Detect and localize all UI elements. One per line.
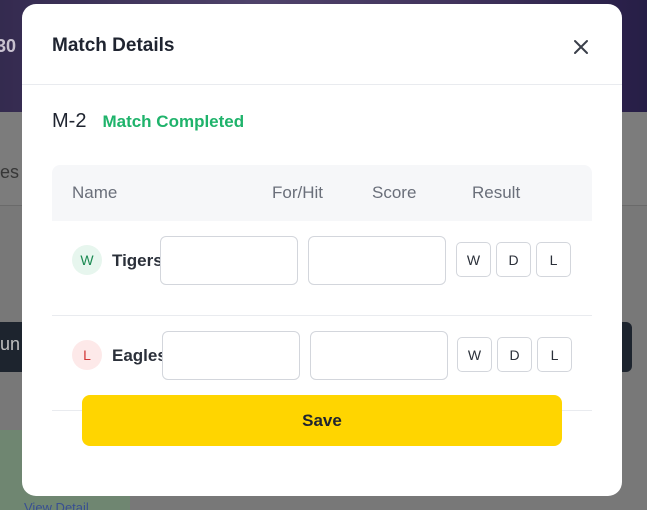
result-loss-button[interactable]: L bbox=[536, 242, 571, 277]
modal-title: Match Details bbox=[52, 35, 175, 56]
column-for-hit: For/Hit bbox=[272, 183, 323, 202]
result-win-button[interactable]: W bbox=[456, 242, 491, 277]
match-summary: M-2 Match Completed bbox=[52, 110, 244, 133]
loss-badge: L bbox=[72, 340, 102, 370]
match-status: Match Completed bbox=[102, 112, 245, 131]
result-win-button[interactable]: W bbox=[457, 337, 492, 372]
score-input[interactable] bbox=[308, 236, 446, 285]
team-name: Tigers bbox=[112, 251, 163, 270]
table-header: Name For/Hit Score Result bbox=[52, 165, 592, 221]
save-button[interactable]: Save bbox=[82, 395, 562, 446]
win-badge: W bbox=[72, 245, 102, 275]
result-draw-button[interactable]: D bbox=[497, 337, 532, 372]
score-input[interactable] bbox=[310, 331, 448, 380]
column-result: Result bbox=[472, 183, 521, 202]
modal-header: Match Details bbox=[22, 4, 622, 85]
column-score: Score bbox=[372, 183, 417, 202]
result-loss-button[interactable]: L bbox=[537, 337, 572, 372]
result-draw-button[interactable]: D bbox=[496, 242, 531, 277]
close-icon bbox=[574, 40, 588, 54]
match-id: M-2 bbox=[52, 110, 87, 132]
close-button[interactable] bbox=[568, 34, 594, 60]
for-hit-input[interactable] bbox=[160, 236, 298, 285]
column-name: Name bbox=[72, 183, 118, 202]
table-row: W Tigers W D L bbox=[52, 221, 592, 316]
results-table: Name For/Hit Score Result W Tigers W D L… bbox=[52, 165, 592, 411]
for-hit-input[interactable] bbox=[162, 331, 300, 380]
match-details-modal: Match Details M-2 Match Completed Name F… bbox=[22, 4, 622, 496]
team-name: Eagles bbox=[112, 346, 167, 365]
